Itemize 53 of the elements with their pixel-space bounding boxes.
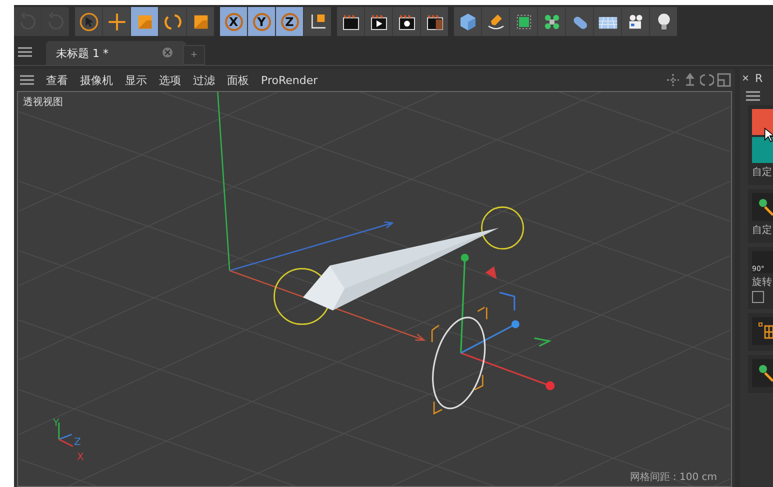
maximize-icon[interactable] [717, 73, 731, 87]
tool-button[interactable] [622, 7, 649, 36]
section-label: 自定 [752, 166, 773, 179]
view-name-label: 透视视图 [23, 96, 63, 109]
rotate-icon [162, 12, 182, 32]
color-swatch[interactable] [752, 137, 773, 163]
menu-item[interactable]: 过滤 [187, 72, 221, 88]
rotate-view-icon[interactable] [700, 73, 714, 87]
move-view-icon[interactable] [666, 73, 680, 87]
axis-indicator-icon [58, 422, 74, 447]
menu-icon[interactable] [20, 75, 34, 85]
tool-button[interactable] [393, 7, 420, 36]
cube-icon [458, 12, 478, 32]
tool-button[interactable] [594, 7, 621, 36]
panel-title: R [755, 72, 763, 84]
menu-icon[interactable] [746, 91, 760, 101]
dolly-arrow-icon[interactable] [683, 73, 697, 87]
menu-item[interactable]: 选项 [153, 72, 187, 88]
tool-button[interactable] [337, 7, 364, 36]
tool-button[interactable]: Y [248, 7, 275, 36]
axis-label: X [77, 452, 84, 463]
close-icon[interactable] [162, 47, 173, 58]
grid-spacing-label: 网格间距 : 100 cm [630, 470, 717, 484]
new-tab-button[interactable]: + [183, 45, 205, 65]
move-arrows-icon [106, 12, 126, 32]
menu-item[interactable]: ProRender [255, 74, 324, 86]
brush-icon[interactable] [752, 359, 773, 387]
menu-item[interactable]: 摄像机 [74, 72, 119, 88]
grid-snap-icon[interactable] [752, 317, 773, 345]
color-swatch[interactable] [752, 109, 773, 135]
axis-label: Z [74, 437, 81, 448]
tool-button[interactable] [421, 7, 448, 36]
tool-button[interactable] [75, 7, 102, 36]
menu-item[interactable]: 面板 [221, 72, 255, 88]
checkbox[interactable] [752, 291, 764, 303]
section-label: 自定 [752, 224, 773, 237]
brush-icon[interactable] [752, 193, 773, 221]
mouse-cursor-icon [764, 127, 773, 143]
cursor-icon [78, 12, 98, 32]
tool-button[interactable]: X [220, 7, 247, 36]
viewport-canvas[interactable]: 透视视图 Y Z X 网格间距 : 100 cm [17, 91, 732, 487]
document-tab[interactable]: 未标题 1 * [46, 41, 186, 65]
axis-label: Y [53, 418, 60, 429]
tool-button[interactable] [304, 7, 331, 36]
tool-button[interactable] [650, 7, 677, 36]
pen-icon [486, 12, 506, 32]
section-label: 旋转 [752, 276, 773, 289]
tool-button[interactable] [365, 7, 392, 36]
close-button[interactable]: × [740, 71, 750, 85]
menu-icon[interactable] [18, 47, 32, 57]
menu-item[interactable]: 显示 [119, 72, 153, 88]
menu-item[interactable]: 查看 [40, 72, 74, 88]
tool-button[interactable]: Z [276, 7, 303, 36]
